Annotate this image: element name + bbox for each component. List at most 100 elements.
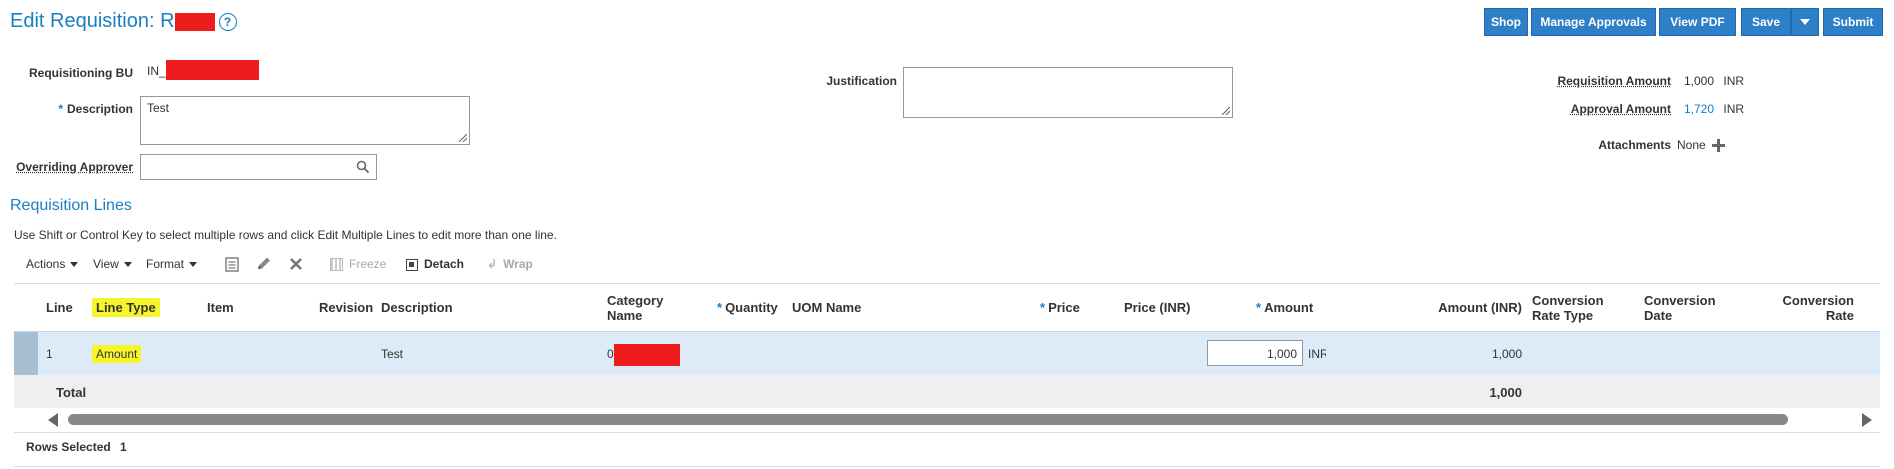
description-label: * Description [20, 102, 133, 116]
attachments-label: Attachments [1598, 138, 1671, 152]
page-title: Edit Requisition: R? [10, 10, 237, 33]
col-line-type-label: Line Type [92, 298, 160, 317]
freeze-icon [330, 258, 343, 272]
col-conversion-rate[interactable]: Conversion Rate [1754, 293, 1854, 323]
col-uom-name[interactable]: UOM Name [792, 300, 861, 315]
requisition-lines-title: Requisition Lines [10, 197, 132, 214]
view-menu[interactable]: View [93, 257, 132, 271]
view-pdf-button[interactable]: View PDF [1659, 8, 1736, 36]
cell-description: Test [381, 347, 404, 361]
overriding-approver-label: Overriding Approver [16, 160, 133, 174]
requisitioning-bu-text: IN_ [147, 64, 166, 79]
total-amount-inr: 1,000 [1489, 385, 1522, 400]
resize-handle-icon[interactable] [1222, 107, 1230, 115]
requisitioning-bu-value: IN_ [147, 60, 259, 80]
chevron-down-icon [123, 262, 132, 268]
add-icon[interactable] [1712, 139, 1726, 153]
approval-amount-label: Approval Amount [1570, 102, 1671, 116]
lines-table-header: Line Line Type Item Revision Description… [14, 283, 1880, 332]
format-menu[interactable]: Format [146, 257, 198, 271]
approval-amount-currency: INR [1723, 102, 1745, 116]
col-line[interactable]: Line [46, 300, 73, 315]
col-amount-inr[interactable]: Amount (INR) [1414, 300, 1522, 315]
overriding-approver-input[interactable] [140, 154, 377, 180]
cell-category-name-value: 0 [607, 347, 614, 362]
wrap-icon: ↲ [487, 257, 498, 271]
lines-hint-text: Use Shift or Control Key to select multi… [14, 228, 557, 242]
chevron-down-icon [189, 262, 198, 268]
col-price-inr[interactable]: Price (INR) [1124, 300, 1190, 315]
divider [14, 466, 1880, 467]
col-item[interactable]: Item [207, 300, 234, 315]
required-icon: * [58, 102, 63, 116]
scroll-left-icon[interactable] [48, 413, 58, 427]
row-selector[interactable] [14, 332, 38, 375]
col-conversion-date-line2: Date [1644, 308, 1673, 323]
detach-label: Detach [424, 257, 465, 271]
requisition-amount-label: Requisition Amount [1557, 74, 1671, 88]
col-category-name-line1: Category [607, 293, 664, 308]
save-menu-button[interactable] [1791, 8, 1819, 36]
scroll-thumb[interactable] [68, 414, 1788, 425]
col-conversion-rate-type[interactable]: Conversion Rate Type [1532, 293, 1604, 323]
col-quantity[interactable]: * Quantity [717, 300, 778, 315]
save-button[interactable]: Save [1741, 8, 1791, 36]
detach-button[interactable]: Detach [406, 257, 464, 271]
actions-menu[interactable]: Actions [26, 257, 79, 271]
shop-button[interactable]: Shop [1484, 8, 1528, 36]
col-price[interactable]: * Price [1040, 300, 1080, 315]
col-line-type[interactable]: Line Type [92, 298, 160, 317]
freeze-button[interactable]: Freeze [330, 257, 387, 272]
requisitioning-bu-label: Requisitioning BU [29, 66, 133, 80]
col-conversion-date[interactable]: Conversion Date [1644, 293, 1716, 323]
rows-selected-value: 1 [120, 440, 127, 454]
col-conversion-rate-type-line2: Rate Type [1532, 308, 1594, 323]
attachments-value: None [1677, 138, 1706, 152]
edit-multiple-lines-icon[interactable] [224, 256, 240, 272]
cell-amount-currency: INR [1308, 347, 1326, 361]
delete-icon[interactable] [288, 256, 304, 272]
view-menu-label: View [93, 257, 119, 271]
approval-amount-link[interactable]: 1,720 [1684, 102, 1714, 116]
description-value: Test [147, 101, 170, 115]
required-icon: * [1040, 300, 1046, 315]
horizontal-scrollbar[interactable] [48, 411, 1880, 427]
col-price-label: Price [1048, 300, 1080, 315]
requisition-amount: 1,000 INR [1684, 74, 1744, 88]
pencil-icon[interactable] [255, 256, 273, 272]
table-row[interactable]: 1 Amount Test 0 1,000 INR 1,000 [14, 331, 1880, 376]
submit-button[interactable]: Submit [1823, 8, 1883, 36]
description-label-text: Description [66, 102, 133, 116]
description-field[interactable]: Test [140, 96, 470, 145]
col-quantity-label: Quantity [725, 300, 778, 315]
col-conversion-date-line1: Conversion [1644, 293, 1716, 308]
chevron-down-icon [1800, 19, 1810, 25]
cell-line-type: Amount [92, 345, 142, 363]
freeze-label: Freeze [349, 257, 387, 271]
col-conversion-rate-line2: Rate [1825, 308, 1854, 323]
search-icon[interactable] [356, 160, 370, 174]
scroll-right-icon[interactable] [1862, 413, 1872, 427]
col-category-name-line2: Name [607, 308, 643, 323]
redacted-block [613, 344, 680, 366]
cell-line-type-value: Amount [92, 345, 142, 363]
requisition-amount-currency: INR [1723, 74, 1745, 88]
wrap-button[interactable]: ↲ Wrap [487, 257, 533, 271]
cell-category-name: 0 [607, 344, 680, 366]
chevron-down-icon [70, 262, 79, 268]
amount-input[interactable]: 1,000 [1207, 340, 1303, 366]
col-amount[interactable]: * Amount [1256, 300, 1313, 315]
total-row: Total 1,000 [14, 375, 1880, 408]
col-amount-label: Amount [1264, 300, 1314, 315]
approval-amount: 1,720 INR [1684, 102, 1744, 116]
resize-handle-icon[interactable] [459, 134, 467, 142]
col-category-name[interactable]: Category Name [607, 293, 663, 323]
cell-line: 1 [46, 347, 53, 361]
help-icon[interactable]: ? [218, 12, 237, 31]
justification-field[interactable] [903, 67, 1233, 118]
page-title-text: Edit Requisition: R [10, 10, 175, 32]
manage-approvals-button[interactable]: Manage Approvals [1531, 8, 1656, 36]
col-revision[interactable]: Revision [319, 300, 373, 315]
col-description[interactable]: Description [381, 300, 453, 315]
justification-label: Justification [826, 74, 897, 88]
